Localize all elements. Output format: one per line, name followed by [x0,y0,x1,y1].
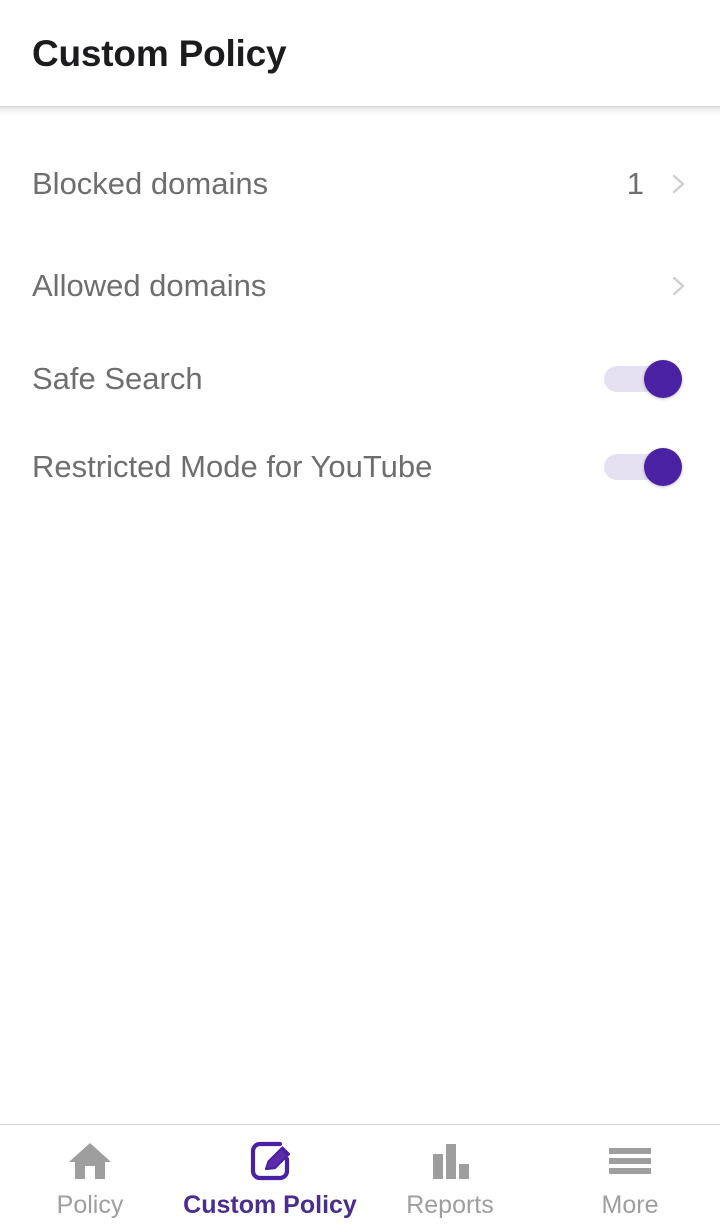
nav-label: Custom Policy [183,1191,357,1219]
menu-icon [607,1138,653,1184]
bottom-navigation: Policy Custom Policy Reports More [0,1124,720,1225]
nav-item-policy[interactable]: Policy [0,1125,180,1225]
row-label: Restricted Mode for YouTube [32,449,433,485]
settings-list: Blocked domains 1 Allowed domains Safe S… [0,116,720,1124]
nav-item-more[interactable]: More [540,1125,720,1225]
row-restricted-mode-youtube[interactable]: Restricted Mode for YouTube [0,423,720,511]
toggle-thumb [644,360,682,398]
row-safe-search[interactable]: Safe Search [0,335,720,423]
nav-label: More [601,1191,659,1219]
row-label: Allowed domains [32,268,267,304]
edit-square-icon [247,1138,293,1184]
row-label: Safe Search [32,361,203,397]
chevron-right-icon [670,271,688,301]
toggle-thumb [644,448,682,486]
row-label: Blocked domains [32,165,269,201]
bar-chart-icon [428,1138,472,1184]
nav-item-reports[interactable]: Reports [360,1125,540,1225]
blocked-domains-count: 1 [626,165,644,201]
app-bar-shadow [0,106,720,116]
nav-label: Policy [56,1191,124,1219]
restricted-mode-toggle[interactable] [604,448,682,486]
app-bar: Custom Policy [0,0,720,106]
nav-item-custom-policy[interactable]: Custom Policy [180,1125,360,1225]
safe-search-toggle[interactable] [604,360,682,398]
home-icon [67,1138,113,1184]
nav-label: Reports [406,1191,494,1219]
app-root: Custom Policy Blocked domains 1 Allowed … [0,0,720,1225]
row-blocked-domains[interactable]: Blocked domains 1 [0,130,720,237]
row-allowed-domains[interactable]: Allowed domains [0,237,720,335]
page-title: Custom Policy [32,32,287,74]
chevron-right-icon [670,169,688,199]
